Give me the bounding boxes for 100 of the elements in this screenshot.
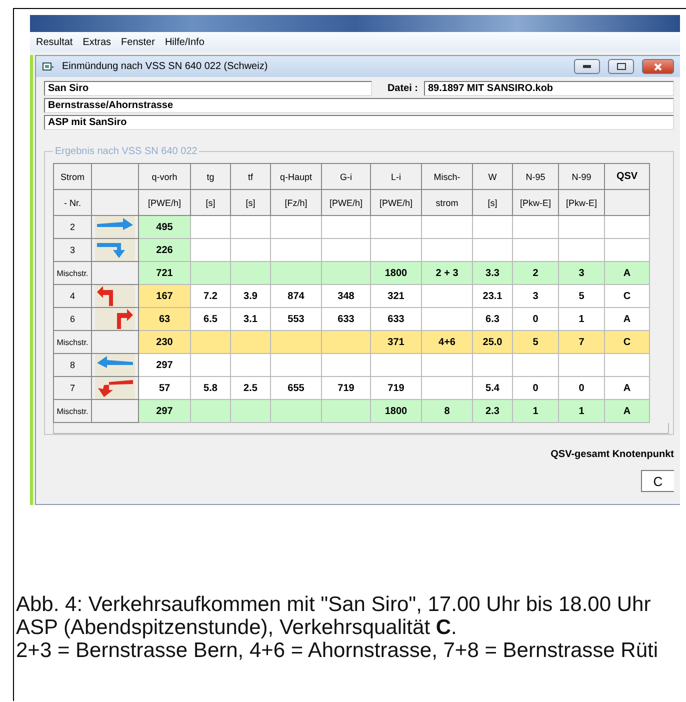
- table-cell: 2.3: [486, 406, 500, 416]
- menu-item[interactable]: Extras: [82, 36, 112, 48]
- table-cell: 2 + 3: [436, 268, 458, 278]
- column-header: G-i: [340, 172, 352, 182]
- menu-item[interactable]: Fenster: [121, 36, 155, 48]
- caption-text: 2+3 = Bernstrasse Bern, 4+6 = Ahornstrasse, 7+8 = Bernstrasse Rüti: [16, 639, 660, 662]
- table-cell: 57: [138, 376, 190, 400]
- stream-number: 7: [70, 383, 75, 393]
- table-cell: A: [623, 406, 631, 416]
- table-cell: 5: [578, 290, 584, 302]
- table-cell: 226: [138, 238, 190, 262]
- table-cell: 23.1: [482, 290, 502, 302]
- column-header: [Fz/h]: [284, 198, 308, 208]
- app-icon: [42, 62, 54, 72]
- column-header: [Pkw-E]: [520, 198, 551, 208]
- minimize-icon: [583, 65, 591, 68]
- table-cell: 348: [338, 290, 354, 302]
- column-header: L-i: [390, 172, 401, 182]
- group-title: Ergebnis nach VSS SN 640 022: [54, 146, 198, 157]
- table-cell: 297: [138, 354, 190, 376]
- table-cell: 3.9: [244, 290, 258, 302]
- summary-label: QSV-gesamt Knotenpunkt: [550, 449, 674, 460]
- file-field[interactable]: 89.1897 MIT SANSIRO.kob: [424, 81, 674, 96]
- column-header: Misch-: [434, 172, 460, 182]
- column-header: q-Haupt: [280, 172, 312, 182]
- summary-field[interactable]: C: [641, 470, 674, 492]
- column-header: [Pkw-E]: [566, 198, 597, 208]
- table-cell: 4+6: [438, 336, 456, 348]
- column-header: tf: [248, 172, 253, 182]
- table-cell: 5.4: [486, 382, 500, 394]
- menu-item[interactable]: Hilfe/Info: [164, 36, 204, 48]
- column-header: q-vorh: [152, 172, 178, 182]
- column-header: [PWE/h]: [379, 198, 412, 208]
- table-cell: 3: [578, 268, 584, 278]
- table-cell: 655: [288, 382, 304, 394]
- column-header: QSV: [616, 171, 638, 182]
- street-field[interactable]: Bernstrasse/Ahornstrasse: [44, 98, 674, 113]
- table-cell: 6.5: [204, 314, 218, 324]
- table-cell: 230: [138, 330, 190, 354]
- table-cell: 721: [138, 262, 190, 284]
- minimize-button[interactable]: [574, 59, 600, 74]
- table-cell: 2: [532, 268, 538, 278]
- table-cell: 297: [138, 400, 190, 422]
- column-header: [PWE/h]: [329, 198, 362, 208]
- table-cell: 874: [288, 290, 304, 302]
- stream-number: 3: [70, 245, 75, 255]
- table-cell: 1: [532, 406, 538, 416]
- column-header: Strom: [60, 172, 84, 182]
- table-cell: 633: [388, 314, 404, 324]
- column-header: N-95: [526, 172, 546, 182]
- scenario-field[interactable]: ASP mit SanSiro: [44, 115, 674, 130]
- table-cell: 7.2: [204, 290, 218, 302]
- table-cell: 3.1: [244, 314, 258, 324]
- table-cell: 2.5: [244, 382, 258, 394]
- table-cell: 553: [288, 314, 304, 324]
- table-cell: 167: [138, 284, 190, 308]
- table-cell: 3.3: [486, 268, 500, 278]
- table-cell: 371: [388, 336, 404, 348]
- maximize-icon: [616, 63, 626, 70]
- table-cell: C: [623, 290, 631, 302]
- file-label: Datei :: [386, 83, 418, 94]
- table-cell: 495: [138, 216, 190, 238]
- menu-item[interactable]: Resultat: [36, 36, 73, 48]
- column-header: [s]: [206, 198, 216, 208]
- name-field[interactable]: San Siro: [44, 81, 372, 96]
- table-cell: 321: [388, 290, 404, 302]
- stream-number: 6: [70, 314, 75, 324]
- table-cell: 0: [532, 382, 538, 394]
- table-cell: 25.0: [482, 336, 502, 348]
- table-cell: C: [623, 336, 631, 348]
- table-cell: 1: [578, 314, 584, 324]
- stream-number: 2: [70, 222, 75, 232]
- column-header: - Nr.: [64, 198, 81, 208]
- column-header: [PWE/h]: [148, 198, 181, 208]
- table-cell: 0: [532, 314, 538, 324]
- table-cell: A: [623, 268, 631, 278]
- close-button[interactable]: [642, 59, 674, 74]
- stream-number: 4: [70, 291, 75, 301]
- column-header: tg: [206, 172, 214, 182]
- table-cell: 0: [578, 382, 584, 394]
- column-header: W: [488, 172, 497, 182]
- maximize-button[interactable]: [608, 59, 634, 74]
- table-cell: 5.8: [204, 382, 218, 394]
- table-cell: 1800: [384, 268, 408, 278]
- stream-number: Mischstr.: [56, 407, 88, 416]
- table-cell: 8: [444, 406, 450, 416]
- stream-number: 8: [70, 360, 75, 370]
- table-cell: 1: [578, 406, 584, 416]
- table-cell: 63: [138, 308, 190, 330]
- column-header: N-99: [572, 172, 592, 182]
- window-title: Einmündung nach VSS SN 640 022 (Schweiz): [62, 61, 269, 72]
- table-cell: 633: [338, 314, 354, 324]
- table-cell: A: [623, 314, 631, 324]
- table-cell: 3: [532, 290, 538, 302]
- table-cell: 719: [388, 382, 404, 394]
- column-header: [s]: [488, 198, 498, 208]
- stream-number: Mischstr.: [56, 338, 88, 347]
- table-cell: 6.3: [486, 314, 500, 324]
- stream-number: Mischstr.: [56, 269, 88, 278]
- table-cell: 5: [532, 336, 538, 348]
